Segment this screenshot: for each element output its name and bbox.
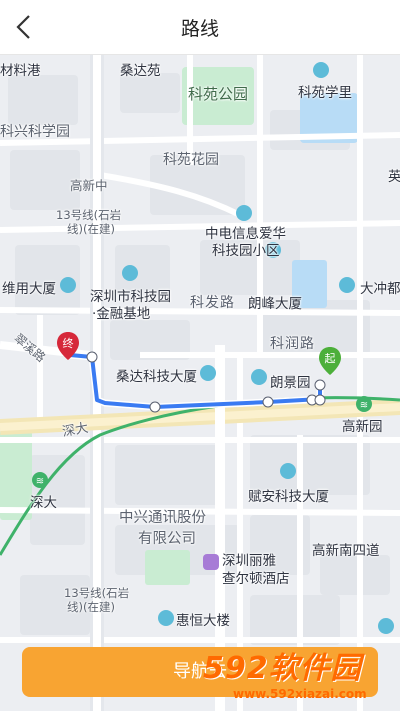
map-label: 材料港 bbox=[0, 63, 41, 79]
map-label: 线)(在建) bbox=[67, 600, 115, 614]
map-label: 科发路 bbox=[190, 295, 235, 311]
map-label: 高新园 bbox=[342, 419, 383, 435]
end-marker-icon[interactable]: 终 bbox=[56, 331, 80, 361]
map-label: 线)(在建) bbox=[67, 222, 115, 236]
watermark-url: www.592xiazai.com bbox=[233, 687, 367, 701]
map-label: 中兴通讯股份 bbox=[119, 510, 206, 526]
map-label: 科兴科学园 bbox=[0, 124, 70, 140]
map-label: 桑达苑 bbox=[120, 63, 161, 79]
map-label: 查尔顿酒店 bbox=[222, 571, 290, 587]
map-label: 深圳丽雅 bbox=[222, 553, 276, 569]
map-label: 有限公司 bbox=[138, 531, 196, 547]
route-map[interactable]: ≋ ≋ 材料港 桑达苑 科苑公园 科苑学里 科兴科学园 科苑花园 英 高新中 1… bbox=[0, 55, 400, 711]
map-label: 深大 bbox=[30, 495, 57, 511]
map-label: ·金融基地 bbox=[92, 306, 151, 322]
map-label: 科润路 bbox=[270, 336, 315, 352]
map-label: 科技园小区 bbox=[212, 243, 280, 259]
map-label: 英 bbox=[388, 169, 400, 185]
start-marker-icon[interactable]: 起 bbox=[318, 346, 342, 376]
map-label: 维用大厦 bbox=[2, 281, 56, 297]
svg-text:≋: ≋ bbox=[36, 476, 44, 487]
svg-text:≋: ≋ bbox=[360, 400, 368, 411]
map-label: 科苑学里 bbox=[298, 85, 352, 101]
page-title: 路线 bbox=[180, 18, 219, 40]
map-label: 科苑公园 bbox=[188, 85, 249, 103]
map-label: 赋安科技大厦 bbox=[248, 489, 329, 505]
end-marker-label: 终 bbox=[63, 336, 74, 350]
map-label: 朗景园 bbox=[270, 375, 311, 391]
map-label: 高新南四道 bbox=[312, 543, 380, 559]
watermark-brand: 592软件园 bbox=[203, 651, 362, 686]
map-label: 科苑花园 bbox=[163, 152, 219, 168]
map-label: 大冲都 bbox=[360, 281, 400, 297]
map-label: 惠恒大楼 bbox=[176, 613, 230, 629]
watermark: 592软件园 www.592xiazai.com bbox=[195, 641, 400, 711]
map-label: 高新中 bbox=[70, 178, 108, 193]
map-label: 朗峰大厦 bbox=[248, 296, 302, 312]
top-bar: 路线 bbox=[0, 0, 400, 55]
map-label: 桑达科技大厦 bbox=[116, 369, 197, 385]
start-marker-label: 起 bbox=[325, 352, 336, 365]
